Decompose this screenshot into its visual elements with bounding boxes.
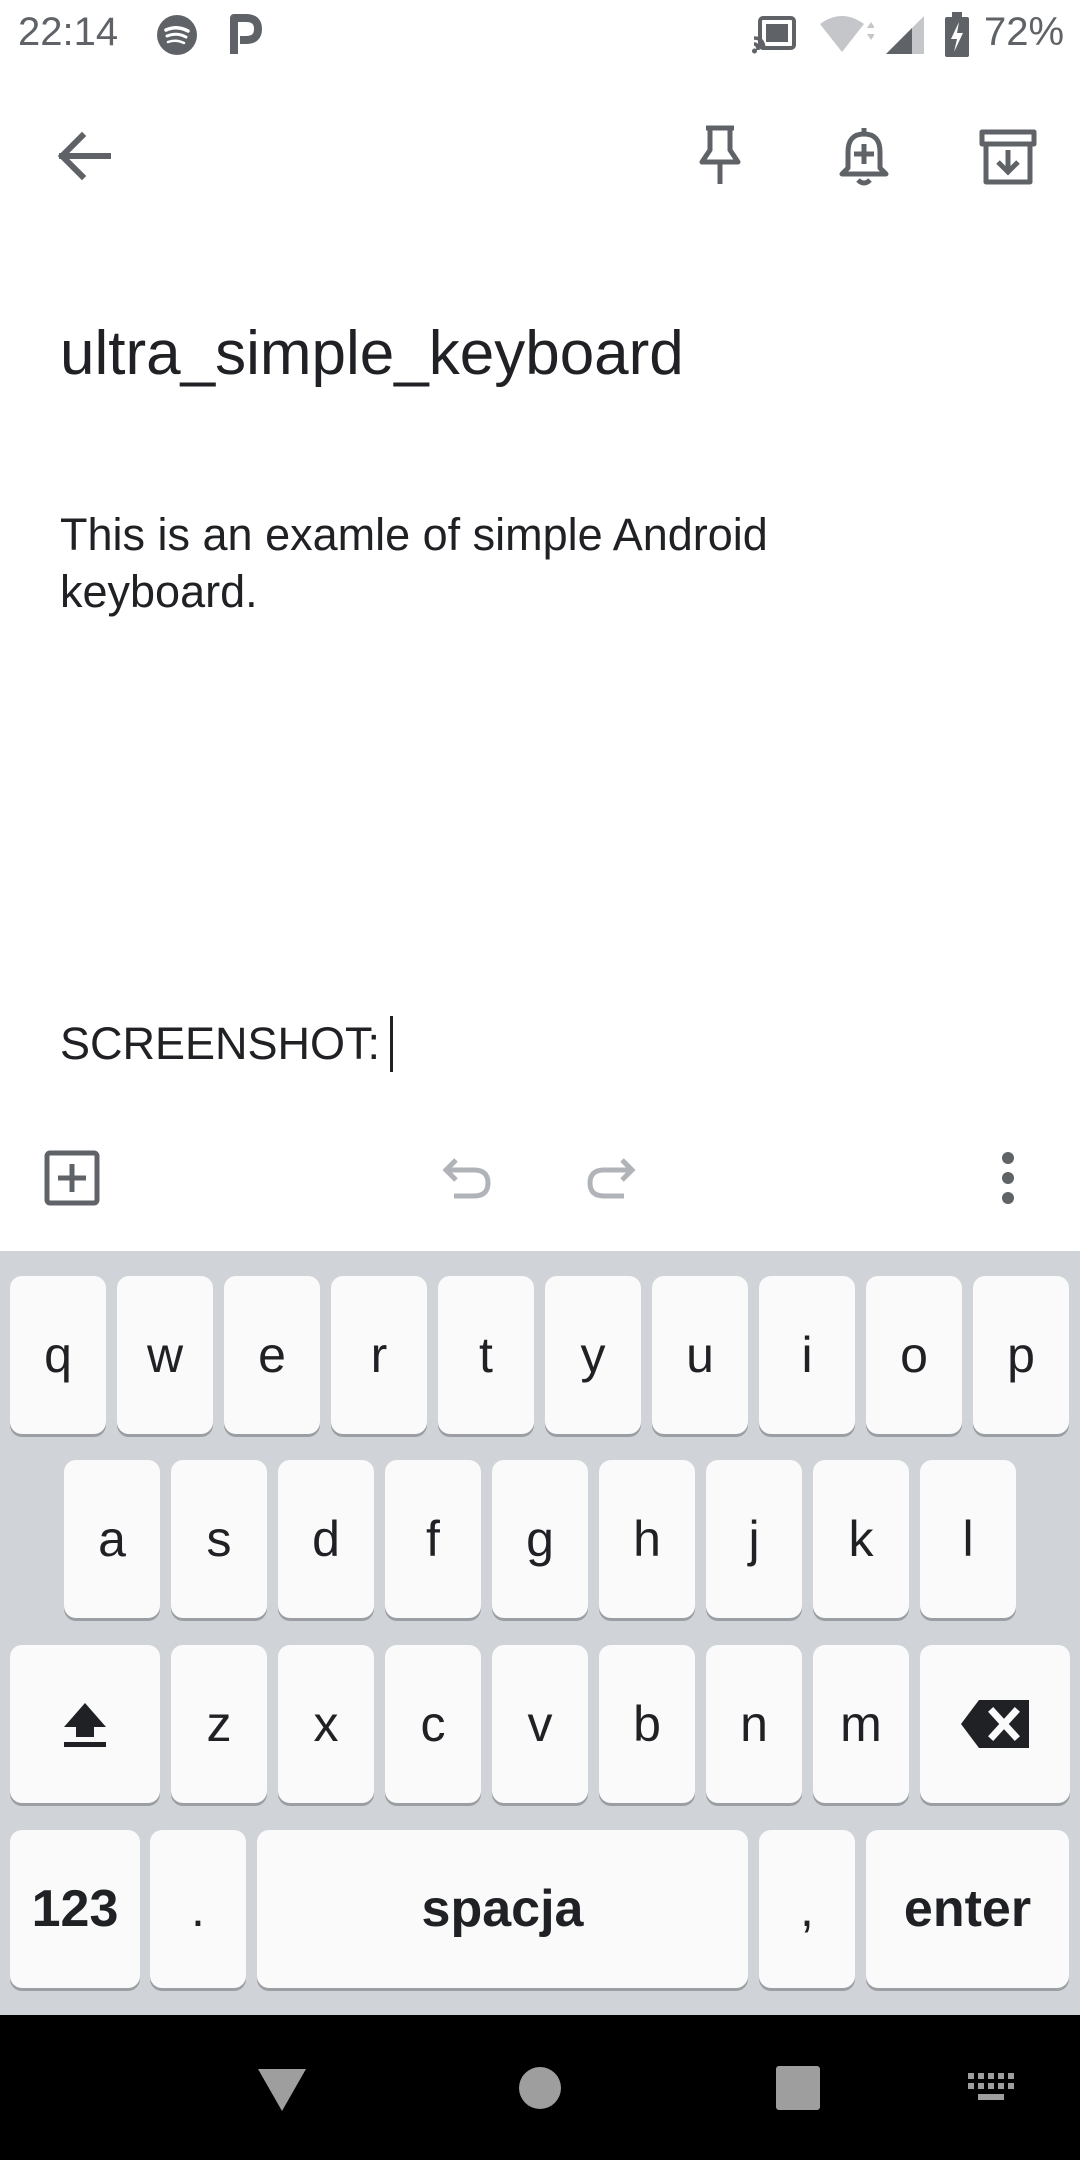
- note-text-line[interactable]: SCREENSHOT:: [60, 1016, 394, 1072]
- text-cursor: [390, 1016, 394, 1072]
- backspace-icon: [961, 1700, 1029, 1748]
- key-y[interactable]: y: [545, 1276, 641, 1434]
- key-u[interactable]: u: [652, 1276, 748, 1434]
- archive-icon[interactable]: [978, 128, 1038, 186]
- key-q[interactable]: q: [10, 1276, 106, 1434]
- key-a[interactable]: a: [64, 1460, 160, 1618]
- key-r[interactable]: r: [331, 1276, 427, 1434]
- key-b[interactable]: b: [599, 1645, 695, 1803]
- battery-charging-icon: [945, 12, 969, 57]
- key-p[interactable]: p: [973, 1276, 1069, 1434]
- key-e[interactable]: e: [224, 1276, 320, 1434]
- p-app-icon: [230, 14, 262, 54]
- period-key[interactable]: .: [150, 1830, 246, 1988]
- add-box-icon[interactable]: [44, 1150, 100, 1206]
- key-l[interactable]: l: [920, 1460, 1016, 1618]
- shift-key[interactable]: [10, 1645, 160, 1803]
- key-t[interactable]: t: [438, 1276, 534, 1434]
- status-time: 22:14: [18, 10, 119, 54]
- status-bar: 22:14 72%: [0, 0, 1080, 72]
- key-k[interactable]: k: [813, 1460, 909, 1618]
- pin-icon[interactable]: [694, 124, 746, 188]
- cast-icon: [752, 16, 796, 54]
- key-h[interactable]: h: [599, 1460, 695, 1618]
- more-vert-icon[interactable]: [996, 1150, 1020, 1206]
- navigation-bar: [0, 2015, 1080, 2160]
- key-d[interactable]: d: [278, 1460, 374, 1618]
- home-circle-icon[interactable]: [518, 2066, 562, 2110]
- reminder-bell-icon[interactable]: [836, 122, 892, 188]
- backspace-key[interactable]: [920, 1645, 1070, 1803]
- undo-icon[interactable]: [440, 1154, 494, 1200]
- key-z[interactable]: z: [171, 1645, 267, 1803]
- key-i[interactable]: i: [759, 1276, 855, 1434]
- key-f[interactable]: f: [385, 1460, 481, 1618]
- spotify-icon: [157, 15, 197, 55]
- note-title[interactable]: ultra_simple_keyboard: [60, 318, 684, 389]
- key-j[interactable]: j: [706, 1460, 802, 1618]
- signal-icon: [886, 16, 924, 54]
- key-x[interactable]: x: [278, 1645, 374, 1803]
- key-g[interactable]: g: [492, 1460, 588, 1618]
- key-c[interactable]: c: [385, 1645, 481, 1803]
- recents-square-icon[interactable]: [776, 2066, 820, 2110]
- space-key[interactable]: spacja: [257, 1830, 748, 1988]
- status-battery: 72%: [984, 10, 1065, 54]
- back-triangle-icon[interactable]: [256, 2067, 308, 2113]
- back-arrow-icon[interactable]: [54, 130, 114, 182]
- note-body[interactable]: This is an examle of simple Android keyb…: [60, 506, 940, 620]
- wifi-icon: [820, 16, 874, 52]
- key-n[interactable]: n: [706, 1645, 802, 1803]
- redo-icon[interactable]: [584, 1154, 638, 1200]
- comma-key[interactable]: ,: [759, 1830, 855, 1988]
- key-o[interactable]: o: [866, 1276, 962, 1434]
- enter-key[interactable]: enter: [866, 1830, 1069, 1988]
- numbers-key[interactable]: 123: [10, 1830, 140, 1988]
- keyboard-switch-icon[interactable]: [968, 2073, 1016, 2103]
- key-v[interactable]: v: [492, 1645, 588, 1803]
- key-w[interactable]: w: [117, 1276, 213, 1434]
- shift-arrow-icon: [64, 1703, 106, 1747]
- key-s[interactable]: s: [171, 1460, 267, 1618]
- key-m[interactable]: m: [813, 1645, 909, 1803]
- note-last-line: SCREENSHOT:: [60, 1018, 381, 1069]
- keyboard: q w e r t y u i o p a s d f g h j k l z …: [0, 1251, 1080, 2015]
